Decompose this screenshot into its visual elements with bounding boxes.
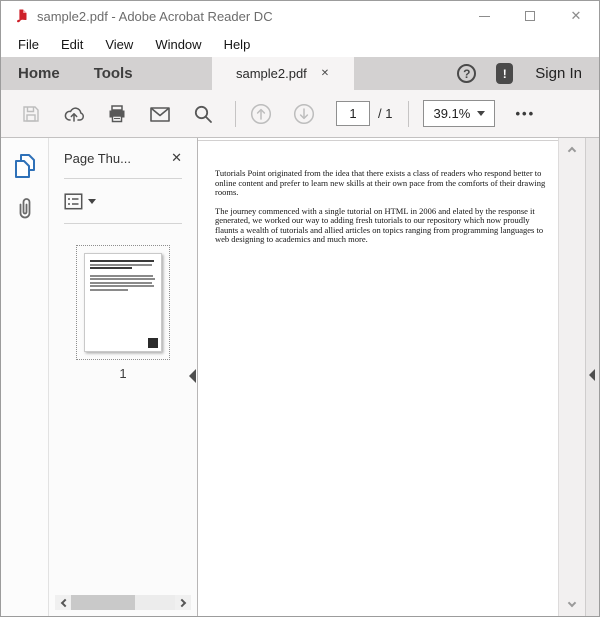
toolbar: / 1 39.1% ••• (1, 90, 599, 138)
tab-home[interactable]: Home (1, 57, 77, 90)
content-area: Page Thu... ✕ 1 Tutorials Point originat… (1, 138, 599, 616)
paragraph: The journey commenced with a single tuto… (215, 205, 544, 244)
minimize-icon (478, 15, 490, 17)
expand-tools-pane-handle[interactable] (589, 369, 595, 381)
maximize-button[interactable] (507, 1, 553, 31)
tab-tools[interactable]: Tools (77, 57, 150, 90)
thumbnail-page-preview (84, 253, 162, 352)
chevron-right-icon (177, 598, 186, 607)
menu-file[interactable]: File (7, 37, 50, 52)
notification-icon[interactable]: ! (496, 63, 514, 84)
page-down-icon (293, 103, 315, 124)
more-tools-button[interactable]: ••• (515, 106, 535, 121)
printer-icon (109, 104, 125, 122)
acrobat-reader-window: sample2.pdf - Adobe Acrobat Reader DC ✕ … (0, 0, 600, 617)
menu-window[interactable]: Window (144, 37, 212, 52)
acrobat-pdf-icon (16, 9, 27, 23)
document-tab-label: sample2.pdf (235, 66, 307, 81)
save-icon (23, 105, 39, 122)
thumbnail-options-button[interactable] (49, 179, 197, 223)
collapse-panel-handle[interactable] (189, 369, 196, 383)
maximize-icon (525, 11, 535, 21)
chevron-down-icon (567, 598, 577, 608)
chevron-down-icon (477, 111, 486, 116)
right-tools-rail (585, 138, 599, 616)
previous-page-button[interactable] (248, 99, 274, 129)
thumbnail-corner-mark (148, 338, 158, 348)
horizontal-scroll-track[interactable] (71, 595, 175, 610)
share-upload-button[interactable] (61, 99, 87, 129)
print-button[interactable] (104, 99, 130, 129)
page-thumbnails-icon[interactable] (12, 153, 37, 180)
paragraph: Tutorials Point originated from the idea… (215, 168, 546, 197)
envelope-icon (150, 106, 170, 122)
left-navigation-rail (1, 138, 49, 616)
close-icon: ✕ (570, 8, 582, 23)
search-button[interactable] (190, 99, 216, 129)
thumbnail-list: 1 (49, 224, 197, 616)
menu-edit[interactable]: Edit (50, 37, 94, 52)
menu-view[interactable]: View (94, 37, 144, 52)
tab-bar-right: ? ! Sign In (457, 57, 599, 90)
thumbnail-page-1[interactable] (76, 245, 170, 360)
zoom-level-dropdown[interactable]: 39.1% (423, 100, 496, 127)
chevron-up-icon (567, 146, 577, 156)
options-list-icon (64, 192, 83, 209)
tab-bar: Home Tools sample2.pdf ✕ ? ! Sign In (1, 57, 599, 90)
panel-header: Page Thu... ✕ (49, 138, 197, 178)
panel-title: Page Thu... (64, 150, 131, 166)
window-title: sample2.pdf - Adobe Acrobat Reader DC (37, 8, 273, 24)
close-tab-icon[interactable]: ✕ (321, 68, 329, 79)
chevron-left-icon (60, 598, 69, 607)
tab-spacer (150, 57, 212, 90)
cloud-upload-icon (64, 106, 84, 122)
sign-in-button[interactable]: Sign In (535, 65, 599, 82)
scroll-right-button[interactable] (175, 595, 191, 610)
scroll-down-button[interactable] (559, 598, 585, 609)
window-controls: ✕ (461, 1, 599, 31)
thumbnail-page-number: 1 (119, 366, 127, 381)
panel-horizontal-scrollbar (55, 595, 191, 610)
next-page-button[interactable] (291, 99, 317, 129)
page-up-icon (250, 103, 272, 124)
menu-bar: File Edit View Window Help (1, 31, 599, 57)
tab-document-active[interactable]: sample2.pdf ✕ (211, 57, 354, 90)
page-top-edge (198, 140, 558, 141)
scroll-left-button[interactable] (55, 595, 71, 610)
toolbar-divider (408, 100, 410, 127)
help-icon[interactable]: ? (457, 64, 477, 83)
title-bar: sample2.pdf - Adobe Acrobat Reader DC ✕ (1, 1, 599, 31)
menu-help[interactable]: Help (213, 37, 262, 52)
horizontal-scroll-thumb[interactable] (71, 595, 136, 610)
document-vertical-scrollbar[interactable] (558, 138, 585, 616)
document-viewport: Tutorials Point originated from the idea… (198, 138, 558, 616)
pdf-page-text: Tutorials Point originated from the idea… (215, 168, 551, 245)
scroll-up-button[interactable] (559, 145, 585, 156)
search-icon (194, 105, 212, 123)
email-button[interactable] (147, 99, 173, 129)
zoom-level-value: 39.1% (433, 106, 471, 121)
attachments-paperclip-icon[interactable] (13, 195, 37, 221)
page-thumbnails-panel: Page Thu... ✕ 1 (49, 138, 198, 616)
page-number-input[interactable] (336, 101, 370, 126)
page-count-label: / 1 (378, 106, 393, 121)
minimize-button[interactable] (461, 1, 507, 31)
toolbar-divider (235, 100, 236, 127)
chevron-down-icon (88, 198, 96, 204)
close-button[interactable]: ✕ (553, 1, 599, 31)
panel-close-icon[interactable]: ✕ (171, 150, 182, 166)
save-button[interactable] (18, 99, 44, 129)
